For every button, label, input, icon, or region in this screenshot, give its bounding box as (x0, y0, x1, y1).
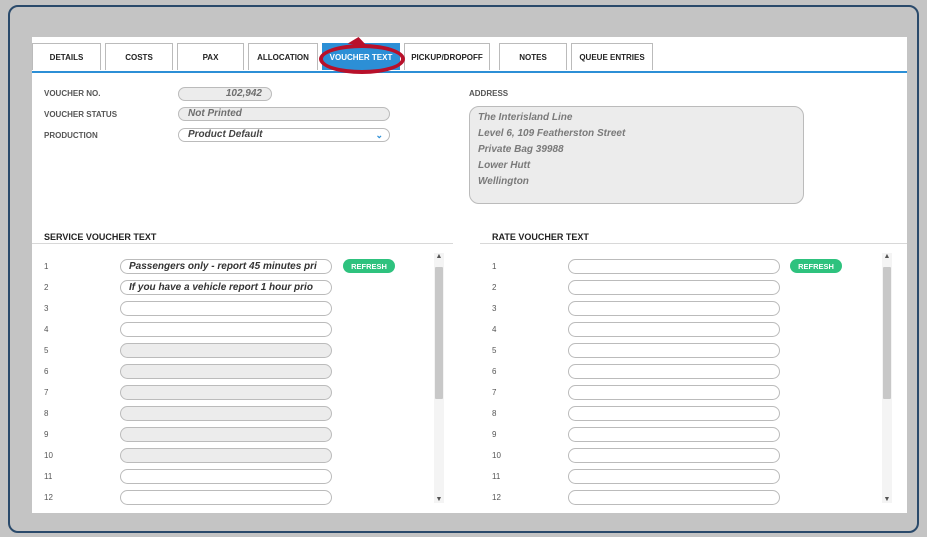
rate-text-input[interactable] (568, 280, 780, 295)
tab-bar: DETAILS COSTS PAX ALLOCATION VOUCHER TEX… (32, 43, 907, 73)
rate-refresh-button[interactable]: REFRESH (790, 259, 842, 273)
rate-text-input[interactable] (568, 448, 780, 463)
rate-row-number: 11 (492, 472, 501, 481)
address-label: ADDRESS (469, 89, 509, 98)
service-text-input[interactable] (120, 343, 332, 358)
rate-divider (480, 243, 907, 244)
address-line: Private Bag 39988 (478, 144, 564, 155)
service-row-number: 4 (44, 325, 49, 334)
rate-text-input[interactable] (568, 406, 780, 421)
service-row-number: 3 (44, 304, 49, 313)
rate-text-input[interactable] (568, 469, 780, 484)
tab-costs[interactable]: COSTS (105, 43, 173, 70)
address-field: The Interisland Line Level 6, 109 Feathe… (469, 106, 804, 204)
rate-text-input[interactable] (568, 490, 780, 505)
scroll-down-icon[interactable]: ▼ (434, 496, 444, 503)
service-row-number: 8 (44, 409, 49, 418)
scroll-up-icon[interactable]: ▲ (882, 253, 892, 260)
rate-row-number: 6 (492, 367, 497, 376)
rate-row-number: 5 (492, 346, 497, 355)
tab-pax[interactable]: PAX (177, 43, 244, 70)
rate-text-input[interactable] (568, 343, 780, 358)
rate-row-number: 9 (492, 430, 497, 439)
rate-row-number: 2 (492, 283, 497, 292)
service-text-input[interactable]: Passengers only - report 45 minutes pri (120, 259, 332, 274)
service-row-number: 9 (44, 430, 49, 439)
service-text-input[interactable] (120, 301, 332, 316)
service-text-input[interactable] (120, 448, 332, 463)
service-row-number: 1 (44, 262, 49, 271)
address-line: Wellington (478, 176, 529, 187)
rate-text-input[interactable] (568, 259, 780, 274)
production-value: Product Default (188, 129, 263, 140)
rate-text-input[interactable] (568, 322, 780, 337)
address-line: Lower Hutt (478, 160, 531, 171)
tab-notes[interactable]: NOTES (499, 43, 567, 70)
production-label: PRODUCTION (44, 131, 98, 140)
voucher-status-field: Not Printed (178, 107, 390, 121)
rate-row-number: 12 (492, 493, 501, 502)
voucher-status-label: VOUCHER STATUS (44, 110, 118, 119)
service-refresh-button[interactable]: REFRESH (343, 259, 395, 273)
rate-text-input[interactable] (568, 427, 780, 442)
rate-voucher-text-title: RATE VOUCHER TEXT (492, 232, 589, 242)
rate-row-number: 4 (492, 325, 497, 334)
service-scrollbar[interactable]: ▲ ▼ (434, 253, 444, 503)
service-text-input[interactable]: If you have a vehicle report 1 hour prio (120, 280, 332, 295)
voucher-no-field: 102,942 (178, 87, 272, 101)
rate-row-number: 7 (492, 388, 497, 397)
tab-queue-entries[interactable]: QUEUE ENTRIES (571, 43, 653, 70)
service-row-number: 10 (44, 451, 53, 460)
rate-row-number: 10 (492, 451, 501, 460)
service-text-input[interactable] (120, 469, 332, 484)
service-text-input[interactable] (120, 385, 332, 400)
voucher-panel: DETAILS COSTS PAX ALLOCATION VOUCHER TEX… (32, 37, 907, 513)
service-text-input[interactable] (120, 427, 332, 442)
rate-row-number: 1 (492, 262, 497, 271)
scroll-up-icon[interactable]: ▲ (434, 253, 444, 260)
service-divider (32, 243, 453, 244)
service-text-input[interactable] (120, 490, 332, 505)
service-text-input[interactable] (120, 406, 332, 421)
rate-row-number: 8 (492, 409, 497, 418)
production-select[interactable]: Product Default ⌄ (178, 128, 390, 142)
tab-allocation[interactable]: ALLOCATION (248, 43, 318, 70)
service-row-number: 7 (44, 388, 49, 397)
rate-scrollbar[interactable]: ▲ ▼ (882, 253, 892, 503)
tab-details[interactable]: DETAILS (32, 43, 101, 70)
address-line: Level 6, 109 Featherston Street (478, 128, 626, 139)
service-row-number: 5 (44, 346, 49, 355)
service-text-input[interactable] (120, 322, 332, 337)
chevron-down-icon: ⌄ (375, 130, 383, 140)
rate-scroll-thumb[interactable] (883, 267, 891, 399)
service-scroll-thumb[interactable] (435, 267, 443, 399)
rate-text-input[interactable] (568, 301, 780, 316)
service-text-input[interactable] (120, 364, 332, 379)
address-line: The Interisland Line (478, 112, 573, 123)
service-row-number: 12 (44, 493, 53, 502)
rate-text-input[interactable] (568, 385, 780, 400)
service-row-number: 2 (44, 283, 49, 292)
tab-pickup-dropoff[interactable]: PICKUP/DROPOFF (404, 43, 490, 70)
scroll-down-icon[interactable]: ▼ (882, 496, 892, 503)
service-voucher-text-title: SERVICE VOUCHER TEXT (44, 232, 157, 242)
rate-text-input[interactable] (568, 364, 780, 379)
service-row-number: 11 (44, 472, 53, 481)
service-row-number: 6 (44, 367, 49, 376)
tab-voucher-text[interactable]: VOUCHER TEXT (322, 43, 400, 70)
voucher-no-label: VOUCHER NO. (44, 89, 101, 98)
rate-row-number: 3 (492, 304, 497, 313)
